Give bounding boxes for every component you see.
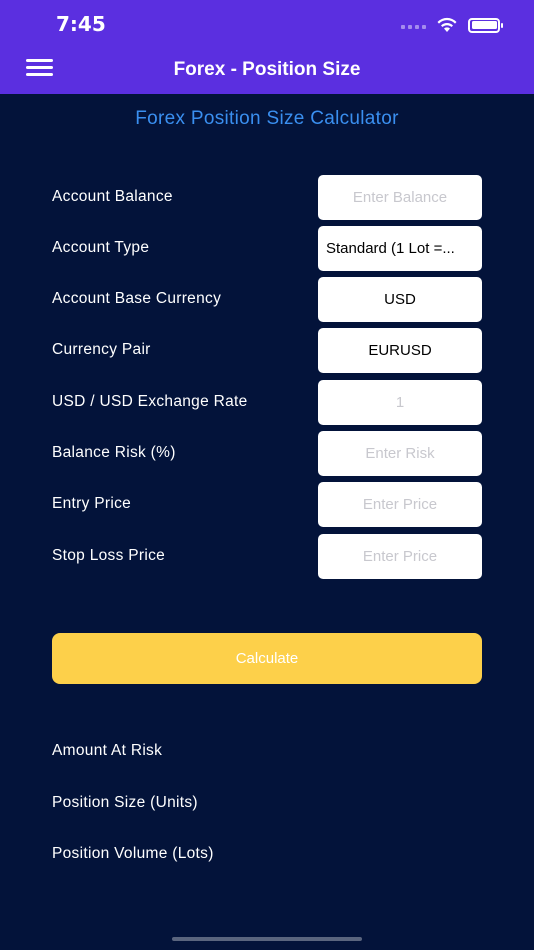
calculator-title: Forex Position Size Calculator — [135, 108, 399, 129]
balance-risk-label: Balance Risk (%) — [52, 444, 176, 461]
stop-loss-row: Stop Loss Price — [52, 534, 482, 579]
balance-risk-input[interactable] — [318, 431, 482, 476]
base-currency-select[interactable]: USD — [318, 277, 482, 322]
account-type-label: Account Type — [52, 239, 150, 256]
page-title: Forex - Position Size — [173, 59, 361, 80]
base-currency-label: Account Base Currency — [52, 290, 222, 307]
stop-loss-input[interactable] — [318, 534, 482, 579]
entry-price-row: Entry Price — [52, 482, 482, 527]
amount-at-risk-label: Amount At Risk — [52, 742, 163, 759]
cellular-signal-icon — [401, 21, 426, 29]
account-type-select[interactable]: Standard (1 Lot =... — [318, 226, 482, 271]
exchange-rate-label: USD / USD Exchange Rate — [52, 393, 248, 410]
home-indicator[interactable] — [172, 937, 362, 941]
currency-pair-label: Currency Pair — [52, 341, 151, 358]
account-balance-label: Account Balance — [52, 188, 173, 205]
position-size-label: Position Size (Units) — [52, 794, 198, 811]
exchange-rate-row: USD / USD Exchange Rate — [52, 380, 482, 425]
exchange-rate-input[interactable] — [318, 380, 482, 425]
battery-icon — [468, 17, 503, 33]
currency-pair-row: Currency Pair EURUSD — [52, 328, 482, 373]
balance-risk-row: Balance Risk (%) — [52, 431, 482, 476]
account-balance-row: Account Balance — [52, 175, 482, 220]
status-icons — [401, 14, 503, 36]
stop-loss-label: Stop Loss Price — [52, 547, 166, 564]
status-time: 7:45 — [56, 12, 106, 36]
position-volume-label: Position Volume (Lots) — [52, 845, 214, 862]
account-balance-input[interactable] — [318, 175, 482, 220]
entry-price-input[interactable] — [318, 482, 482, 527]
calculate-button[interactable]: Calculate — [52, 633, 482, 684]
wifi-icon — [437, 17, 457, 32]
base-currency-row: Account Base Currency USD — [52, 277, 482, 322]
currency-pair-select[interactable]: EURUSD — [318, 328, 482, 373]
entry-price-label: Entry Price — [52, 495, 132, 512]
navigation-bar: 7:45 Forex - Position Size — [0, 0, 534, 94]
account-type-row: Account Type Standard (1 Lot =... — [52, 226, 482, 271]
